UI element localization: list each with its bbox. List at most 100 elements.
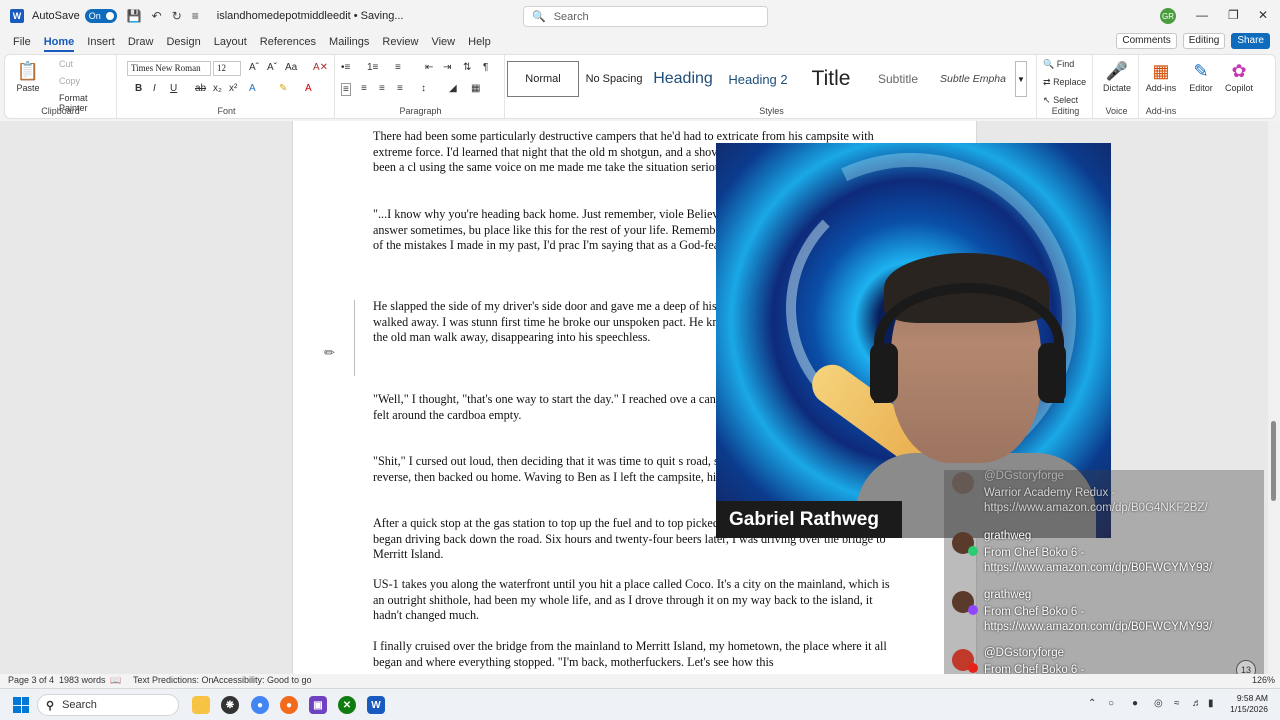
chatgpt-icon[interactable]: ❋ bbox=[221, 696, 239, 714]
editor-button[interactable]: ✎ Editor bbox=[1185, 59, 1217, 93]
bold-icon[interactable]: B bbox=[135, 83, 142, 94]
text-effects-icon[interactable]: A bbox=[249, 83, 256, 94]
select-button[interactable]: ↖ Select bbox=[1043, 95, 1078, 106]
chrome-icon[interactable]: ● bbox=[251, 696, 269, 714]
tray-app-icon[interactable]: ● bbox=[1132, 698, 1138, 709]
comments-button[interactable]: Comments bbox=[1116, 33, 1177, 49]
search-input[interactable]: 🔍 Search bbox=[523, 6, 768, 27]
tray-chevron-icon[interactable]: ⌃ bbox=[1088, 698, 1096, 709]
show-marks-icon[interactable]: ¶ bbox=[483, 62, 488, 73]
cut-button[interactable]: Cut bbox=[59, 59, 73, 69]
shading-icon[interactable]: ◢ bbox=[449, 83, 457, 94]
dictate-button[interactable]: 🎤 Dictate bbox=[1101, 59, 1133, 93]
tab-draw[interactable]: Draw bbox=[128, 32, 154, 52]
tab-view[interactable]: View bbox=[431, 32, 455, 52]
copy-button[interactable]: Copy bbox=[59, 76, 80, 86]
font-family-select[interactable]: Times New Roman bbox=[127, 61, 211, 76]
undo-icon[interactable]: ↶ bbox=[152, 9, 162, 23]
volume-icon[interactable]: ♬ bbox=[1192, 698, 1202, 709]
paragraph-7[interactable]: US-1 takes you along the waterfront unti… bbox=[373, 577, 903, 624]
increase-indent-icon[interactable]: ⇥ bbox=[443, 62, 451, 73]
taskbar-clock[interactable]: 9:58 AM 1/15/2026 bbox=[1222, 693, 1268, 715]
superscript-icon[interactable]: x² bbox=[229, 83, 237, 94]
tab-layout[interactable]: Layout bbox=[214, 32, 247, 52]
tab-references[interactable]: References bbox=[260, 32, 316, 52]
word-icon[interactable]: W bbox=[367, 696, 385, 714]
style-subtle-emphasis[interactable]: Subtle Empha bbox=[933, 61, 1013, 97]
bullets-icon[interactable]: •≡ bbox=[341, 62, 350, 73]
style-title[interactable]: Title bbox=[799, 61, 863, 97]
start-icon[interactable] bbox=[13, 697, 29, 713]
tab-design[interactable]: Design bbox=[166, 32, 200, 52]
twitch-icon[interactable]: ▣ bbox=[309, 696, 327, 714]
align-left-icon[interactable]: ≡ bbox=[341, 83, 351, 96]
redo-icon[interactable]: ↻ bbox=[172, 9, 182, 23]
addins-button[interactable]: ▦ Add-ins bbox=[1143, 59, 1179, 93]
obs-icon[interactable]: ● bbox=[280, 696, 298, 714]
zoom-level[interactable]: 126% bbox=[1252, 675, 1275, 685]
editing-mode-button[interactable]: Editing bbox=[1182, 33, 1226, 49]
style-no-spacing[interactable]: No Spacing bbox=[581, 61, 647, 97]
proofing-icon[interactable]: 📖 bbox=[110, 675, 121, 686]
close-icon[interactable]: ✕ bbox=[1258, 8, 1268, 22]
font-size-select[interactable]: 12 bbox=[213, 61, 241, 76]
text-predictions[interactable]: Text Predictions: On bbox=[133, 675, 214, 685]
word-count[interactable]: 1983 words bbox=[59, 675, 106, 685]
style-heading-2[interactable]: Heading 2 bbox=[719, 61, 797, 97]
document-title[interactable]: islandhomedepotmiddleedit • Saving... bbox=[217, 10, 404, 22]
save-icon[interactable]: 💾 bbox=[127, 9, 142, 23]
find-button[interactable]: 🔍 Find bbox=[1043, 59, 1074, 70]
wifi-icon[interactable]: ≈ bbox=[1174, 698, 1180, 709]
paragraph-8[interactable]: I finally cruised over the bridge from t… bbox=[373, 639, 903, 670]
style-subtitle[interactable]: Subtitle bbox=[865, 61, 931, 97]
shrink-font-icon[interactable]: Aˇ bbox=[267, 62, 277, 73]
decrease-indent-icon[interactable]: ⇤ bbox=[425, 62, 433, 73]
tray-app-icon[interactable]: ○ bbox=[1108, 698, 1114, 709]
copilot-button[interactable]: ✿ Copilot bbox=[1221, 59, 1257, 93]
tab-mailings[interactable]: Mailings bbox=[329, 32, 369, 52]
italic-icon[interactable]: I bbox=[153, 83, 156, 94]
numbering-icon[interactable]: 1≡ bbox=[367, 62, 378, 73]
rewrite-pen-icon[interactable]: ✏ bbox=[324, 345, 335, 361]
line-spacing-icon[interactable]: ↕ bbox=[421, 83, 426, 94]
tab-home[interactable]: Home bbox=[43, 32, 75, 52]
user-avatar[interactable]: GR bbox=[1160, 8, 1176, 24]
xbox-icon[interactable]: ✕ bbox=[338, 696, 356, 714]
align-right-icon[interactable]: ≡ bbox=[379, 83, 385, 94]
tab-help[interactable]: Help bbox=[468, 32, 491, 52]
grow-font-icon[interactable]: Aˆ bbox=[249, 62, 259, 73]
tab-review[interactable]: Review bbox=[382, 32, 418, 52]
multilevel-list-icon[interactable]: ≡ bbox=[395, 62, 401, 73]
align-center-icon[interactable]: ≡ bbox=[361, 83, 367, 94]
autosave-toggle[interactable]: On bbox=[84, 9, 117, 23]
font-color-icon[interactable]: A bbox=[305, 83, 312, 94]
clear-formatting-icon[interactable]: A✕ bbox=[313, 62, 328, 73]
borders-icon[interactable]: ▦ bbox=[471, 83, 480, 94]
justify-icon[interactable]: ≡ bbox=[397, 83, 403, 94]
customize-toolbar-icon[interactable]: ≡ bbox=[192, 9, 199, 23]
subscript-icon[interactable]: x₂ bbox=[213, 83, 222, 94]
taskbar-search[interactable]: ⚲ Search bbox=[37, 694, 179, 716]
file-explorer-icon[interactable] bbox=[192, 696, 210, 714]
paste-button[interactable]: 📋 Paste bbox=[13, 59, 43, 93]
tab-insert[interactable]: Insert bbox=[87, 32, 115, 52]
underline-icon[interactable]: U bbox=[170, 83, 177, 94]
scrollbar-thumb[interactable] bbox=[1271, 421, 1276, 501]
battery-icon[interactable]: ▮ bbox=[1208, 698, 1214, 709]
style-normal[interactable]: Normal bbox=[507, 61, 579, 97]
style-heading[interactable]: Heading bbox=[649, 61, 717, 97]
highlight-icon[interactable]: ✎ bbox=[279, 83, 287, 94]
minimize-icon[interactable]: — bbox=[1196, 8, 1208, 22]
change-case-icon[interactable]: Aa bbox=[285, 62, 297, 73]
tray-app-icon[interactable]: ◎ bbox=[1154, 698, 1163, 709]
maximize-icon[interactable]: ❐ bbox=[1228, 8, 1239, 22]
styles-more-icon[interactable]: ▼ bbox=[1015, 61, 1027, 97]
accessibility-status[interactable]: Accessibility: Good to go bbox=[213, 675, 312, 685]
strikethrough-icon[interactable]: ab bbox=[195, 83, 206, 94]
share-button[interactable]: Share bbox=[1231, 33, 1270, 49]
replace-button[interactable]: ⇄ Replace bbox=[1043, 77, 1086, 88]
tab-file[interactable]: File bbox=[13, 32, 31, 52]
page-count[interactable]: Page 3 of 4 bbox=[8, 675, 54, 685]
vertical-scrollbar[interactable] bbox=[1268, 121, 1280, 674]
sort-icon[interactable]: ⇅ bbox=[463, 62, 471, 73]
